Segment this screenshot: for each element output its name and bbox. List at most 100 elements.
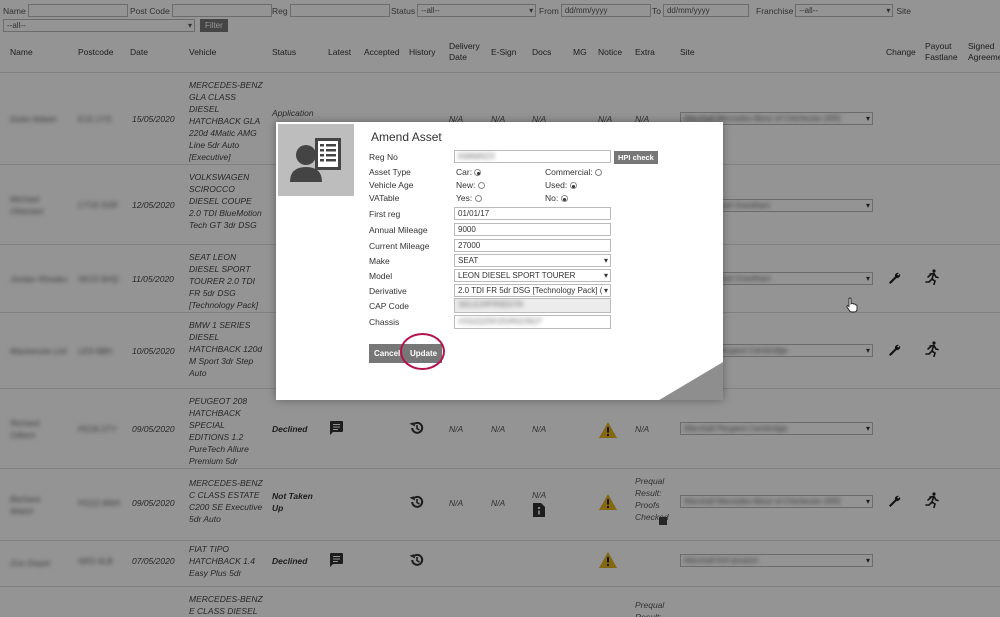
row-vehicle: BMW 1 SERIES DIESEL HATCHBACK 120d M Spo… [189,320,263,378]
filter-button[interactable]: Filter [200,19,228,32]
row-site-select[interactable]: Marshall Peugeot Cambridge [680,422,873,435]
site-filter-select[interactable]: --all-- [3,19,195,32]
col-status[interactable]: Status [272,47,296,58]
car-radio[interactable] [474,169,482,177]
col-accepted[interactable]: Accepted [364,47,399,58]
model-label: Model [369,271,393,281]
from-date-input[interactable]: dd/mm/yyyy [560,4,651,17]
yes-radio[interactable] [474,195,482,203]
col-postcode[interactable]: Postcode [78,47,113,58]
col-delivery-date[interactable]: Delivery Date [449,41,483,63]
postcode-filter-input[interactable] [171,4,272,17]
make-select[interactable]: SEAT [454,254,611,267]
row-vehicle: PEUGEOT 208 HATCHBACK SPECIAL EDITIONS 1… [189,396,249,466]
col-name[interactable]: Name [10,47,33,58]
history-icon[interactable] [409,552,425,568]
col-signed-agreement[interactable]: Signed Agreement [968,41,1000,63]
row-site-select[interactable]: Marshall KIA Ipswich [680,554,873,567]
model-select[interactable]: LEON DIESEL SPORT TOURER [454,269,611,282]
table-row[interactable]: Richard Gilbert PE26 2TY 09/05/2020 PEUG… [0,388,1000,468]
used-option[interactable]: Used: [545,180,577,190]
col-docs[interactable]: Docs [532,47,551,58]
no-radio[interactable] [560,195,568,203]
site-filter-label: Site [896,5,911,16]
row-postcode: SK15 6HQ [78,274,119,284]
current-mileage-input[interactable]: 27000 [454,239,611,252]
hand-cursor-icon [846,297,858,313]
col-esign[interactable]: E-Sign [491,47,517,58]
row-name: Zoe Dwyer [10,558,52,568]
row-name: Mackenzie Lint [10,346,67,356]
checkbox-icon[interactable] [659,517,667,525]
col-change[interactable]: Change [886,47,916,58]
col-payout-fastlane[interactable]: Payout Fastlane [925,41,961,63]
filter-bar: Name Post Code Reg Status --all-- From d… [0,0,1000,34]
status-filter-select[interactable]: --all-- [417,4,537,17]
new-radio[interactable] [477,182,485,190]
car-option[interactable]: Car: [456,167,482,177]
row-postcode: CT15 5VR [78,200,118,210]
used-label: Used: [545,180,568,190]
running-man-icon[interactable] [925,492,939,508]
new-option[interactable]: New: [456,180,485,190]
row-date: 07/05/2020 [132,556,175,566]
col-mg[interactable]: MG [573,47,587,58]
col-latest[interactable]: Latest [328,47,351,58]
annual-mileage-input[interactable]: 9000 [454,223,611,236]
row-extra: N/A [635,424,650,434]
col-site[interactable]: Site [680,47,695,58]
table-row[interactable]: MERCEDES-BENZ E CLASS DIESEL Prequal Res… [0,586,1000,617]
row-extra: Prequal Result: Proofs Checked [635,476,669,522]
chassis-value: VSSZZZ5FZGR023927 [458,317,542,326]
row-esign: N/A [491,498,506,508]
name-filter-input[interactable] [27,4,128,17]
table-row[interactable]: Zoe Dwyer NR3 4LB 07/05/2020 FIAT TIPO H… [0,540,1000,586]
running-man-icon[interactable] [925,341,939,357]
chassis-input[interactable]: VSSZZZ5FZGR023927 [454,315,611,329]
wrench-icon[interactable] [887,271,901,285]
message-icon[interactable] [328,420,344,436]
row-date: 11/05/2020 [132,274,174,284]
commercial-option[interactable]: Commercial: [545,167,603,177]
commercial-radio[interactable] [595,169,603,177]
franchise-filter-select[interactable]: --all-- [795,4,894,17]
col-date[interactable]: Date [130,47,148,58]
row-postcode: NR3 4LB [78,556,113,566]
wrench-icon[interactable] [887,343,901,357]
no-label: No: [545,193,559,203]
message-icon[interactable] [328,552,344,568]
from-filter: From dd/mm/yyyy [539,3,651,18]
row-delivery: N/A [449,424,464,434]
row-site-select[interactable]: Marshall Mercedes-Benz of Chichester (RR… [680,495,873,508]
history-icon[interactable] [409,494,425,510]
running-man-icon[interactable] [925,269,939,285]
no-option[interactable]: No: [545,193,568,203]
site-filter-value: --all-- [7,21,26,30]
row-vehicle: SEAT LEON DIESEL SPORT TOURER 2.0 TDI FR… [189,252,259,310]
car-label: Car: [456,167,473,177]
first-reg-label: First reg [369,209,401,219]
row-status: Not Taken Up [272,491,313,513]
vatable-label: VATable [369,193,400,203]
col-extra[interactable]: Extra [635,47,655,58]
row-date: 15/05/2020 [132,114,175,124]
first-reg-input[interactable]: 01/01/17 [454,207,611,220]
derivative-select[interactable]: 2.0 TDI FR 5dr DSG [Technology Pack] (2 [454,284,611,297]
reg-filter-input[interactable] [289,4,390,17]
hpi-check-button[interactable]: HPI check [614,151,658,164]
col-history[interactable]: History [409,47,435,58]
filter-row-2: --all-- Filter [3,18,228,33]
document-info-icon[interactable] [532,502,546,518]
col-vehicle[interactable]: Vehicle [189,47,216,58]
to-date-input[interactable]: dd/mm/yyyy [662,4,749,17]
row-status: Declined [272,424,308,434]
table-row[interactable]: Barbara Walsh PO22 8WA 09/05/2020 MERCED… [0,468,1000,540]
yes-option[interactable]: Yes: [456,193,482,203]
chassis-label: Chassis [369,317,400,327]
history-icon[interactable] [409,420,425,436]
used-radio[interactable] [569,182,577,190]
wrench-icon[interactable] [887,494,901,508]
reg-filter-label: Reg [272,5,288,16]
col-notice[interactable]: Notice [598,47,622,58]
reg-no-input[interactable]: KM66RZX [454,150,611,163]
